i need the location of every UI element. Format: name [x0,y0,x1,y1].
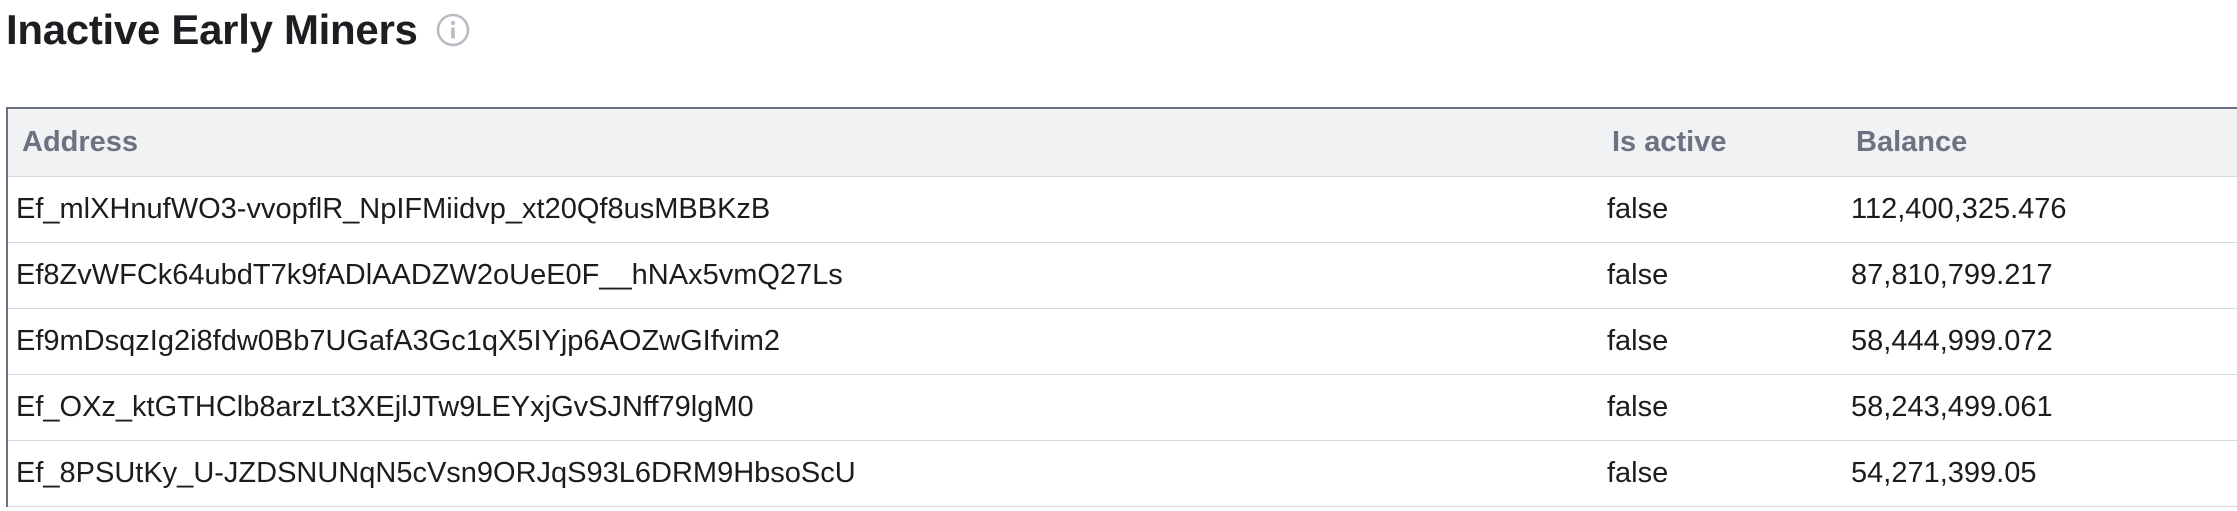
cell-address[interactable]: Ef_8PSUtKy_U-JZDSNUNqN5cVsn9ORJqS93L6DRM… [8,440,1595,507]
page-header: Inactive Early Miners [6,0,470,60]
column-header-balance[interactable]: Balance [1838,109,2237,177]
table-row[interactable]: Ef_OXz_ktGTHClb8arzLt3XEjlJTw9LEYxjGvSJN… [8,374,2237,441]
miners-table: Address Is active Balance Ef_mlXHnufWO3-… [6,107,2237,507]
page-title: Inactive Early Miners [6,6,418,53]
cell-is-active: false [1595,308,1838,375]
cell-is-active: false [1595,374,1838,441]
cell-balance: 87,810,799.217 [1838,242,2237,309]
cell-balance: 54,271,399.05 [1838,440,2237,507]
cell-balance: 112,400,325.476 [1838,176,2237,243]
column-header-is-active[interactable]: Is active [1595,109,1838,177]
page: Inactive Early Miners Address Is active … [0,0,2237,511]
table-row[interactable]: Ef8ZvWFCk64ubdT7k9fADlAADZW2oUeE0F__hNAx… [8,242,2237,309]
cell-is-active: false [1595,242,1838,309]
cell-address[interactable]: Ef8ZvWFCk64ubdT7k9fADlAADZW2oUeE0F__hNAx… [8,242,1595,309]
cell-is-active: false [1595,176,1838,243]
table-header-row: Address Is active Balance [8,109,2237,177]
cell-balance: 58,243,499.061 [1838,374,2237,441]
info-circle-icon[interactable] [436,13,470,47]
table-row[interactable]: Ef9mDsqzIg2i8fdw0Bb7UGafA3Gc1qX5IYjp6AOZ… [8,308,2237,375]
cell-address[interactable]: Ef_mlXHnufWO3-vvopflR_NpIFMiidvp_xt20Qf8… [8,176,1595,243]
column-header-address[interactable]: Address [8,109,1595,177]
cell-address[interactable]: Ef9mDsqzIg2i8fdw0Bb7UGafA3Gc1qX5IYjp6AOZ… [8,308,1595,375]
table-row[interactable]: Ef_mlXHnufWO3-vvopflR_NpIFMiidvp_xt20Qf8… [8,176,2237,243]
cell-address[interactable]: Ef_OXz_ktGTHClb8arzLt3XEjlJTw9LEYxjGvSJN… [8,374,1595,441]
cell-balance: 58,444,999.072 [1838,308,2237,375]
table-row[interactable]: Ef_8PSUtKy_U-JZDSNUNqN5cVsn9ORJqS93L6DRM… [8,440,2237,507]
cell-is-active: false [1595,440,1838,507]
